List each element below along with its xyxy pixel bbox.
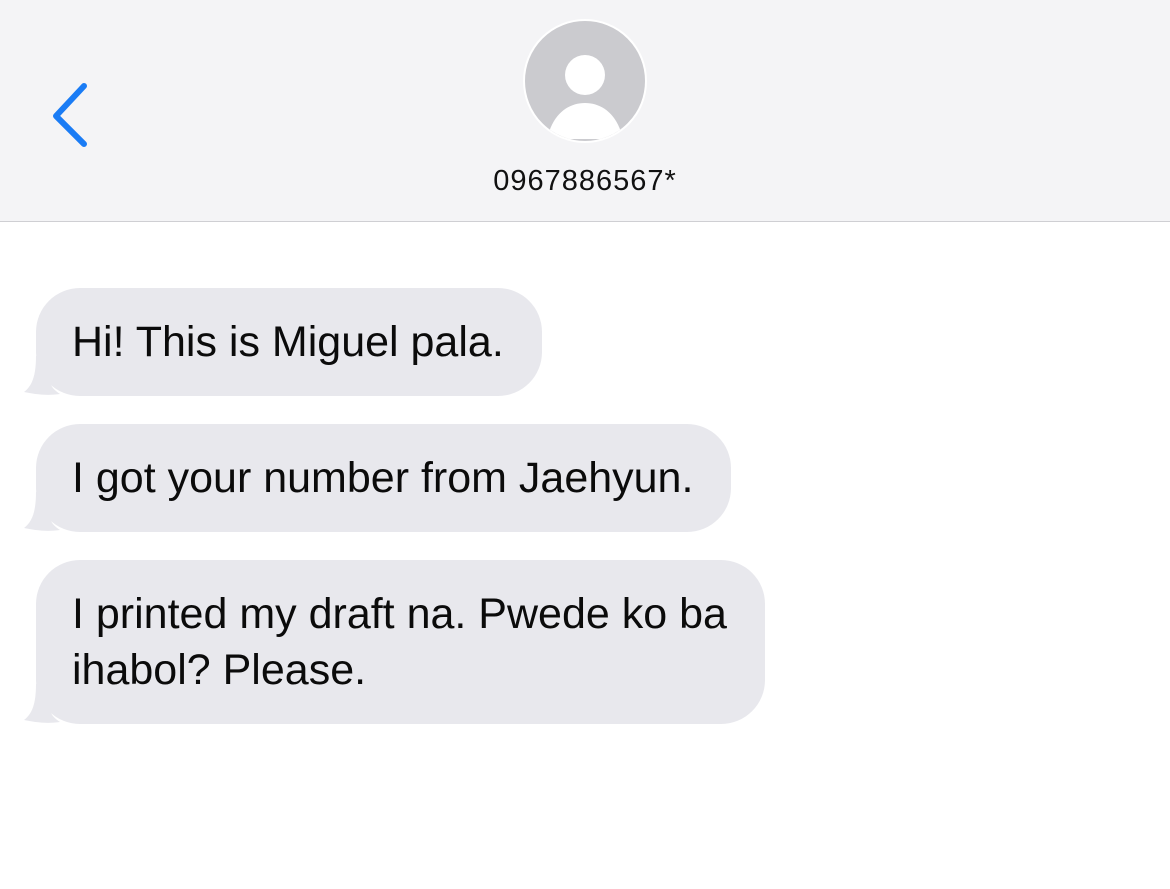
message-bubble-body: I got your number from Jaehyun.: [36, 424, 732, 532]
message-bubble[interactable]: I got your number from Jaehyun.: [24, 424, 732, 532]
person-silhouette-icon: [547, 55, 623, 139]
avatar[interactable]: [523, 19, 647, 143]
message-bubble[interactable]: I printed my draft na. Pwede ko ba ihabo…: [24, 560, 765, 724]
message-bubble-body: Hi! This is Miguel pala.: [36, 288, 542, 396]
chevron-left-icon: [53, 83, 87, 147]
message-list: Hi! This is Miguel pala. I got your numb…: [0, 222, 1170, 889]
contact-name[interactable]: 0967886567*: [0, 165, 1170, 198]
message-text: Hi! This is Miguel pala.: [72, 318, 504, 366]
message-text-line: I printed my draft na. Pwede ko ba: [72, 590, 727, 638]
message-text: I got your number from Jaehyun.: [72, 454, 694, 502]
message-bubble-body: I printed my draft na. Pwede ko ba ihabo…: [36, 560, 765, 724]
back-button[interactable]: [38, 74, 102, 154]
message-bubble[interactable]: Hi! This is Miguel pala.: [24, 288, 542, 396]
message-text-line: ihabol? Please.: [72, 646, 367, 694]
conversation-header: 0967886567*: [0, 0, 1170, 222]
